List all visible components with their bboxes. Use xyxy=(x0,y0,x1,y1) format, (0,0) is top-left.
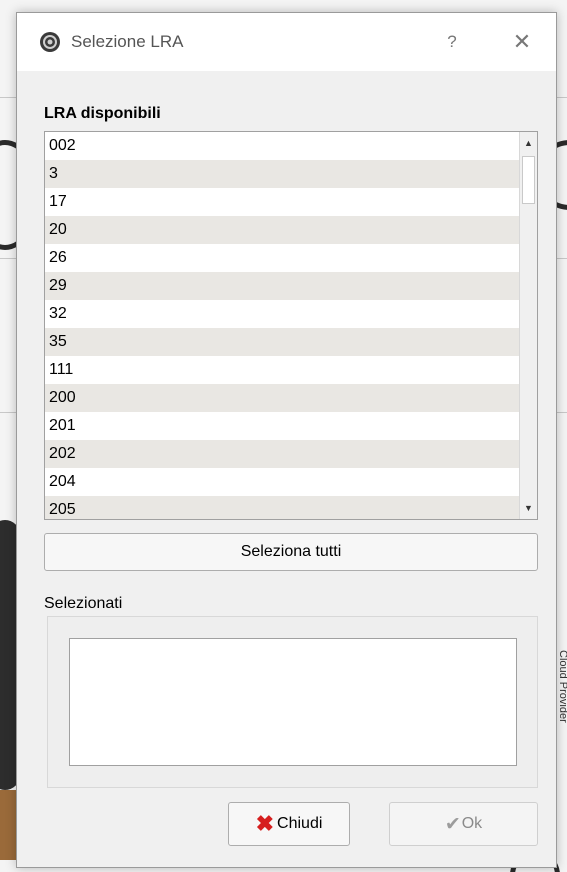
selected-label: Selezionati xyxy=(44,595,123,612)
x-icon: ✖ xyxy=(255,811,275,836)
title-bar: Selezione LRA ? ✕ xyxy=(17,13,556,71)
list-item[interactable]: 111 xyxy=(45,356,519,384)
list-item[interactable]: 205 xyxy=(45,496,519,519)
window-title: Selezione LRA xyxy=(71,32,184,51)
close-button[interactable]: ✖ Chiudi xyxy=(228,802,350,846)
list-item[interactable]: 32 xyxy=(45,300,519,328)
list-item[interactable]: 202 xyxy=(45,440,519,468)
scrollbar-thumb[interactable] xyxy=(522,156,535,204)
list-item[interactable]: 3 xyxy=(45,160,519,188)
list-item[interactable]: 29 xyxy=(45,272,519,300)
list-item[interactable]: 204 xyxy=(45,468,519,496)
lra-target-icon xyxy=(40,32,60,52)
available-label: LRA disponibili xyxy=(44,105,161,122)
vertical-scrollbar[interactable]: ▲ ▼ xyxy=(519,132,537,519)
selezione-lra-dialog: Selezione LRA ? ✕ LRA disponibili 002 3 17… xyxy=(16,12,557,868)
selected-group-box xyxy=(47,616,538,788)
list-item[interactable]: 17 xyxy=(45,188,519,216)
available-lra-list[interactable]: 002 3 17 20 26 29 32 35 111 200 201 202 204 205 ▲ ▼ xyxy=(44,131,538,520)
ok-button-label: Ok xyxy=(461,815,483,832)
check-icon: ✔ xyxy=(444,813,461,835)
ok-button[interactable]: ✔ Ok xyxy=(389,802,538,846)
list-item[interactable]: 002 xyxy=(45,132,519,160)
list-item[interactable]: 20 xyxy=(45,216,519,244)
arrow-up-icon[interactable]: ▲ xyxy=(520,134,537,152)
list-item[interactable]: 200 xyxy=(45,384,519,412)
list-item[interactable]: 35 xyxy=(45,328,519,356)
list-rows: 002 3 17 20 26 29 32 35 111 200 201 202 204 205 xyxy=(45,132,519,519)
list-item[interactable]: 26 xyxy=(45,244,519,272)
list-item[interactable]: 201 xyxy=(45,412,519,440)
arrow-down-icon[interactable]: ▼ xyxy=(520,499,537,517)
background-side-text: Cloud Provider xyxy=(557,650,567,723)
selected-lra-list[interactable] xyxy=(69,638,517,766)
close-window-button[interactable]: ✕ xyxy=(502,29,542,55)
help-button[interactable]: ? xyxy=(432,32,472,52)
close-button-label: Chiudi xyxy=(277,815,323,832)
select-all-button[interactable]: Seleziona tutti xyxy=(44,533,538,571)
